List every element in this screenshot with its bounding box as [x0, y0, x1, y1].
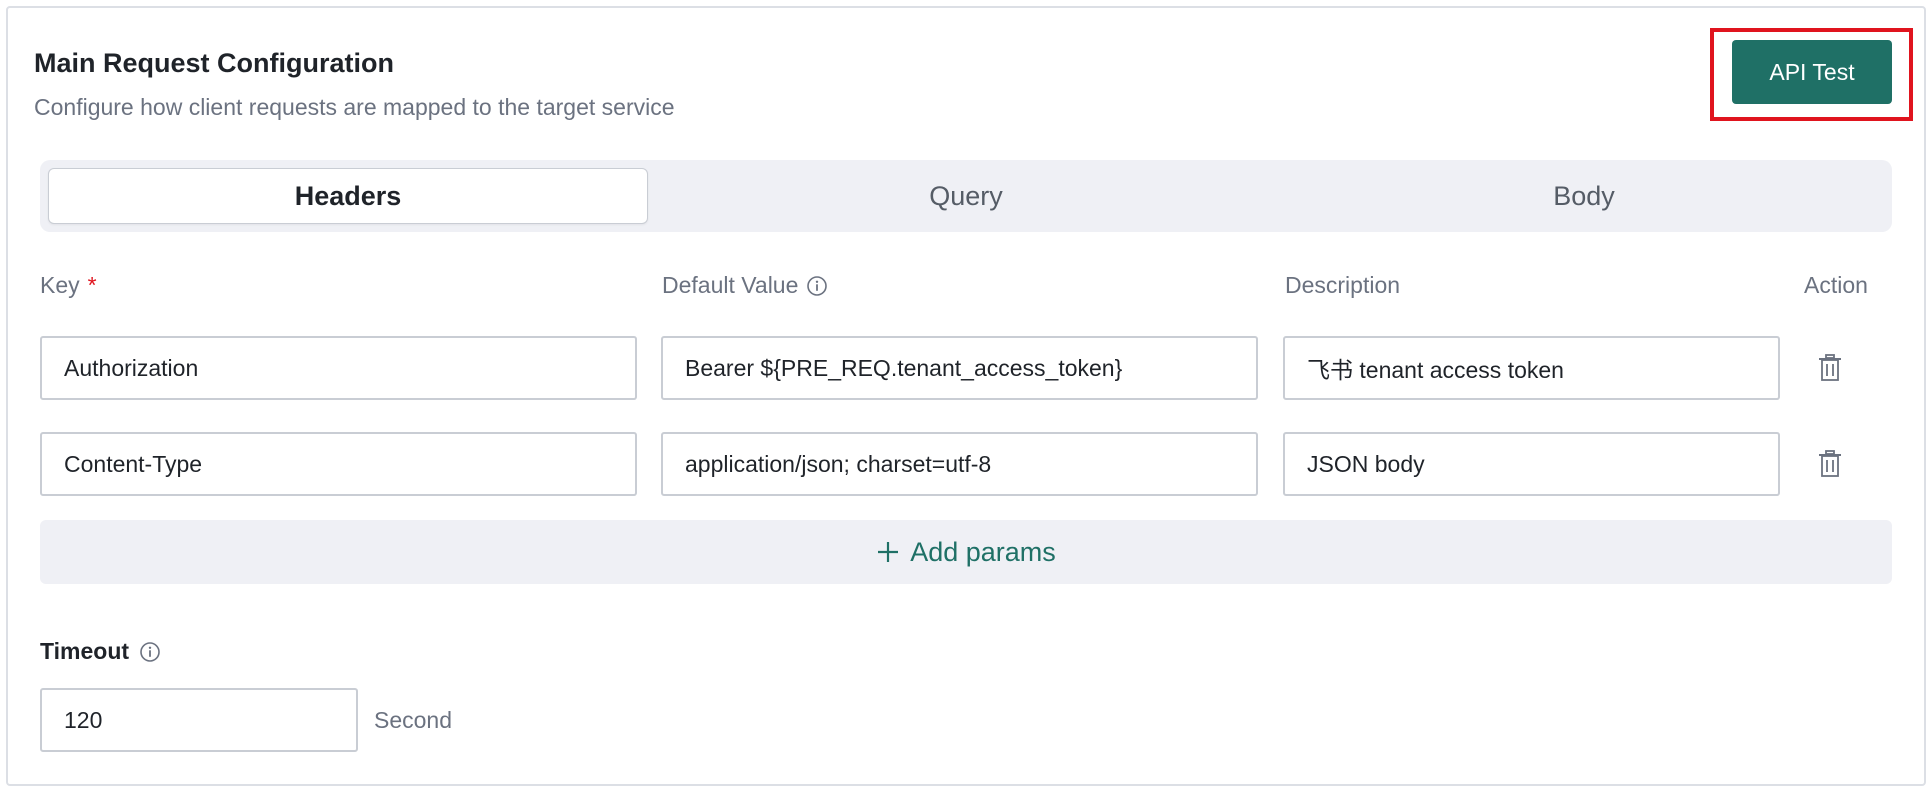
- header-key-input[interactable]: Authorization: [40, 336, 637, 400]
- column-header-default-value-label: Default Value: [662, 272, 799, 298]
- column-header-default-value: Default Value: [662, 272, 828, 299]
- required-mark: *: [87, 272, 97, 298]
- timeout-label: Timeout: [40, 638, 161, 665]
- header-default-value-input[interactable]: Bearer ${PRE_REQ.tenant_access_token}: [661, 336, 1258, 400]
- tab-headers[interactable]: Headers: [48, 168, 648, 224]
- header-description-input[interactable]: JSON body: [1283, 432, 1780, 496]
- tab-body[interactable]: Body: [1284, 168, 1884, 224]
- add-params-label: Add params: [910, 536, 1056, 567]
- timeout-unit: Second: [374, 707, 453, 733]
- section-subtitle: Configure how client requests are mapped…: [34, 94, 675, 120]
- api-test-button[interactable]: API Test: [1732, 40, 1892, 104]
- info-icon[interactable]: [806, 275, 828, 297]
- timeout-input[interactable]: 120: [40, 688, 358, 752]
- add-params-button[interactable]: Add params: [40, 520, 1892, 584]
- tab-bar: Headers Query Body: [40, 160, 1892, 232]
- tab-query[interactable]: Query: [666, 168, 1266, 224]
- timeout-label-text: Timeout: [40, 638, 130, 664]
- header-key-input[interactable]: Content-Type: [40, 432, 637, 496]
- trash-icon[interactable]: [1818, 450, 1842, 478]
- column-header-key: Key *: [40, 272, 97, 299]
- column-header-description: Description: [1285, 272, 1401, 298]
- column-header-key-label: Key: [40, 272, 80, 298]
- section-title: Main Request Configuration: [34, 48, 394, 78]
- trash-icon[interactable]: [1818, 354, 1842, 382]
- header-default-value-input[interactable]: application/json; charset=utf-8: [661, 432, 1258, 496]
- info-icon[interactable]: [139, 641, 161, 663]
- header-description-input[interactable]: 飞书 tenant access token: [1283, 336, 1780, 400]
- column-header-action: Action: [1804, 272, 1868, 298]
- plus-icon: [878, 542, 899, 562]
